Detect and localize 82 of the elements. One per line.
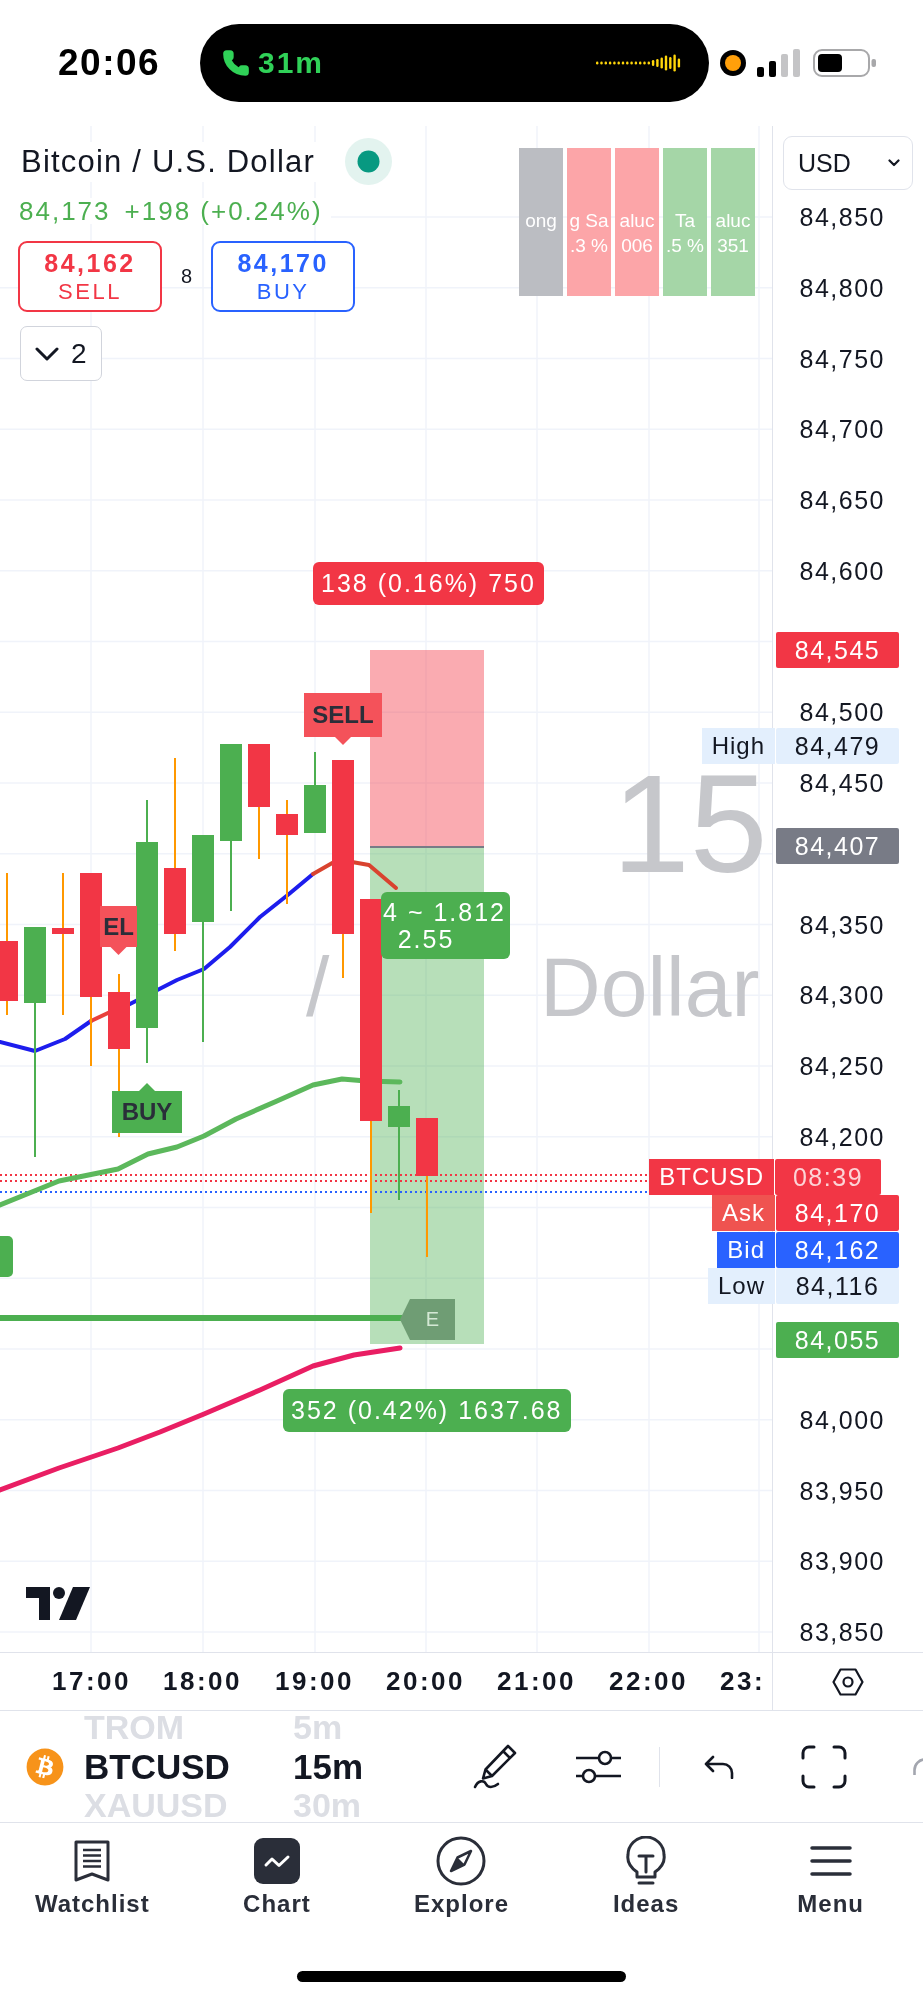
pen-icon[interactable] bbox=[472, 1743, 518, 1790]
call-island[interactable]: 31m bbox=[200, 24, 709, 102]
cell-text: .3 % bbox=[570, 234, 608, 258]
waveform-icon bbox=[596, 54, 682, 72]
tag-label: Ask bbox=[712, 1195, 775, 1231]
ask-price-tag: 84,170 bbox=[776, 1195, 899, 1231]
price-label: 84,600 bbox=[799, 555, 885, 586]
price-label: 84,750 bbox=[799, 343, 885, 374]
settings-icon[interactable] bbox=[832, 1667, 864, 1696]
risk-label: 138 (0.16%) 750 bbox=[313, 562, 544, 605]
description-watermark: Dollar bbox=[540, 945, 760, 1029]
buy-signal-label: BUY bbox=[112, 1083, 182, 1133]
ratio-text: 2.55 bbox=[397, 926, 455, 953]
buy-button[interactable]: 84,170 BUY bbox=[211, 241, 356, 312]
price-label: 84,800 bbox=[799, 272, 885, 303]
privacy-dot-icon bbox=[720, 50, 746, 76]
cell-text: aluc bbox=[715, 209, 751, 233]
sell-signal-label: EL bbox=[100, 906, 137, 955]
time-label: 19:00 bbox=[275, 1665, 354, 1698]
indicators-toggle[interactable]: 2 bbox=[20, 326, 102, 381]
undo-icon[interactable] bbox=[703, 1754, 735, 1779]
bitcoin-icon bbox=[26, 1747, 64, 1786]
time-label: 22:00 bbox=[609, 1665, 688, 1698]
status-time: 20:06 bbox=[58, 42, 161, 83]
price-label: 84,850 bbox=[799, 202, 885, 232]
tag-label: Low bbox=[707, 1268, 775, 1304]
cell-text: Ta bbox=[674, 209, 696, 233]
cell-text: .5 % bbox=[666, 234, 704, 258]
stop-price-tag: 84,545 bbox=[776, 632, 899, 668]
price-label: 84,700 bbox=[799, 414, 885, 445]
price-label: 83,900 bbox=[799, 1546, 885, 1577]
cell-text: 351 bbox=[717, 234, 749, 258]
fullscreen-icon[interactable] bbox=[801, 1744, 847, 1789]
time-label: 20:00 bbox=[386, 1665, 465, 1698]
price-label: 84,000 bbox=[799, 1404, 885, 1435]
time-label: 18:00 bbox=[163, 1665, 242, 1698]
time-label: 17:00 bbox=[52, 1665, 131, 1698]
phone-icon bbox=[222, 49, 250, 77]
time-label: 23: bbox=[720, 1665, 766, 1698]
signal-icon bbox=[757, 49, 800, 77]
low-price-tag: 84,116 bbox=[776, 1268, 899, 1304]
price-label: 84,650 bbox=[799, 485, 885, 515]
sell-signal-label: SELL bbox=[304, 693, 382, 745]
symbol-watermark: 15 bbox=[612, 764, 768, 883]
cell-text: 006 bbox=[621, 234, 653, 258]
exit-tag: E bbox=[400, 1299, 455, 1340]
cell-text: g Sa bbox=[569, 209, 609, 233]
battery-icon bbox=[813, 49, 877, 77]
description-watermark: / bbox=[306, 945, 330, 1029]
logo-icon bbox=[26, 1587, 90, 1620]
time-label: 21:00 bbox=[497, 1665, 576, 1698]
cell-text: aluc bbox=[619, 209, 655, 233]
target-price-tag: 84,055 bbox=[776, 1322, 899, 1358]
last-price: 84,173 bbox=[19, 198, 111, 224]
reward-label: 352 (0.42%) 1637.68 bbox=[283, 1389, 571, 1432]
price-label: 84,250 bbox=[799, 1051, 885, 1081]
currency-dropdown[interactable]: USD bbox=[783, 136, 913, 190]
tag-label: High bbox=[701, 728, 775, 764]
ratio-text: 4 ~ 1.812 bbox=[383, 899, 506, 926]
price-label: 84,300 bbox=[799, 980, 885, 1011]
price-label: 84,500 bbox=[799, 697, 885, 728]
sliders-icon[interactable] bbox=[575, 1749, 621, 1784]
bid-price-tag: 84,162 bbox=[776, 1232, 899, 1268]
interval-selector[interactable]: 15m bbox=[293, 1746, 364, 1787]
price-label: 84,450 bbox=[799, 768, 885, 798]
symbol-selector[interactable]: BTCUSD bbox=[84, 1746, 230, 1787]
tag-label: BTCUSD bbox=[649, 1159, 774, 1195]
entry-price-tag: 84,407 bbox=[776, 828, 899, 864]
call-duration: 31m bbox=[258, 46, 325, 80]
price-label: 84,200 bbox=[799, 1121, 885, 1152]
price-change: +198 (+0.24%) bbox=[124, 198, 323, 224]
chevron-down-icon bbox=[888, 159, 900, 167]
sell-button[interactable]: 84,162 SELL bbox=[18, 241, 162, 312]
tag-label: Bid bbox=[717, 1232, 775, 1268]
countdown-tag: 08:39 bbox=[775, 1159, 881, 1195]
buy-signal-label bbox=[0, 1236, 13, 1277]
cell-text: ong bbox=[525, 209, 557, 233]
spread-value: 8 bbox=[181, 265, 193, 288]
price-label: 83,850 bbox=[799, 1617, 885, 1647]
price-label: 83,950 bbox=[799, 1475, 885, 1506]
price-label: 84,350 bbox=[799, 909, 885, 940]
high-price-tag: 84,479 bbox=[776, 728, 899, 764]
